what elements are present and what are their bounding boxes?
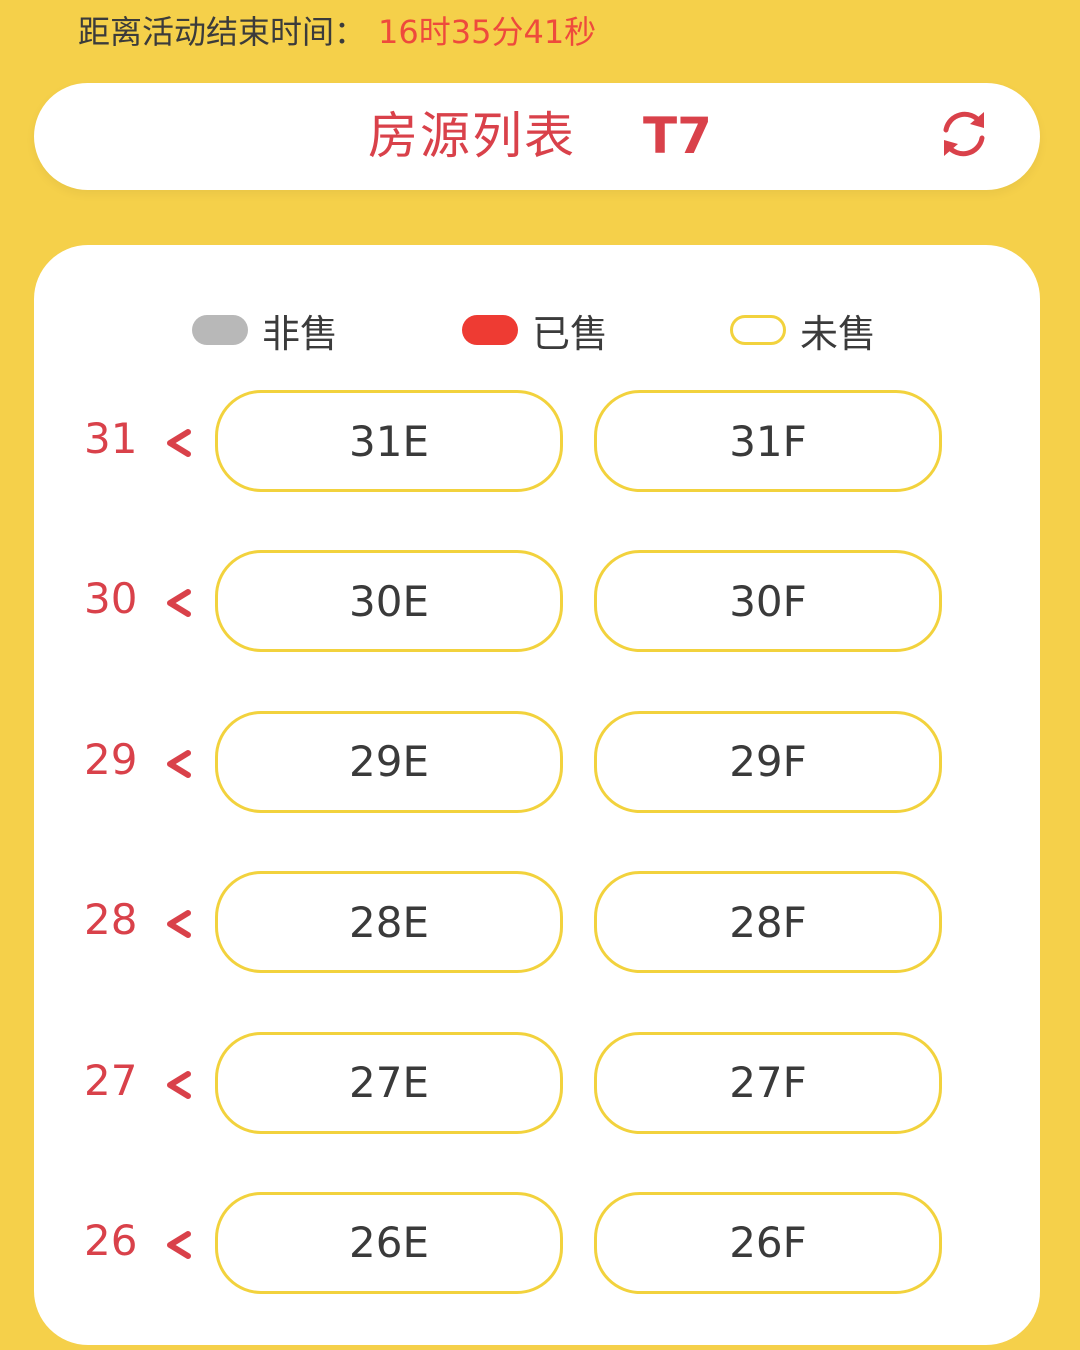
floor-row: 27 27E 27F <box>0 1030 1080 1190</box>
chevron-left-icon[interactable] <box>162 747 196 781</box>
unit-button[interactable]: 26F <box>594 1191 942 1294</box>
legend-label: 非售 <box>262 311 339 356</box>
building-name: T7 <box>643 107 712 165</box>
floor-row: 31 31E 31F <box>0 388 1080 548</box>
floor-row: 28 28E 28F <box>0 869 1080 1029</box>
legend-swatch-red <box>462 315 518 345</box>
chevron-left-icon[interactable] <box>162 907 196 941</box>
countdown-time: 16时35分41秒 <box>378 13 597 51</box>
unit-button[interactable]: 29F <box>594 710 942 813</box>
unit-button[interactable]: 27F <box>594 1031 942 1134</box>
floor-number: 31 <box>84 414 138 463</box>
legend-label: 已售 <box>532 311 609 356</box>
refresh-icon <box>943 111 985 157</box>
floor-row: 26 26E 26F <box>0 1190 1080 1350</box>
page-title: 房源列表 <box>368 107 576 165</box>
unit-button[interactable]: 30E <box>215 550 563 653</box>
unit-button[interactable]: 26E <box>215 1191 563 1294</box>
countdown: 距离活动结束时间： 16时35分41秒 <box>78 6 596 54</box>
legend-swatch-outline <box>730 315 786 345</box>
floor-list: 31 31E 31F 30 30E 30F 29 29E 29F 28 28E … <box>0 388 1080 1350</box>
legend-sold: 已售 <box>462 300 608 360</box>
legend-not-for-sale: 非售 <box>192 300 338 360</box>
floor-number: 27 <box>84 1055 138 1105</box>
unit-button[interactable]: 30F <box>594 550 942 653</box>
legend-unsold: 未售 <box>730 300 876 360</box>
floor-number: 29 <box>84 734 138 784</box>
unit-button[interactable]: 28F <box>594 871 942 974</box>
floor-number: 30 <box>84 574 138 624</box>
unit-button[interactable]: 31E <box>215 390 563 492</box>
unit-button[interactable]: 31F <box>594 390 942 492</box>
chevron-left-icon[interactable] <box>162 1068 196 1102</box>
unit-button[interactable]: 28E <box>215 871 563 974</box>
floor-number: 28 <box>84 895 138 945</box>
legend-label: 未售 <box>800 311 877 356</box>
header-bar: 房源列表 T7 <box>34 83 1040 190</box>
chevron-left-icon[interactable] <box>162 586 196 620</box>
floor-row: 30 30E 30F <box>0 548 1080 708</box>
chevron-left-icon[interactable] <box>162 1228 196 1262</box>
floor-row: 29 29E 29F <box>0 709 1080 869</box>
unit-button[interactable]: 29E <box>215 710 563 813</box>
countdown-label: 距离活动结束时间： <box>78 13 367 51</box>
unit-button[interactable]: 27E <box>215 1031 563 1134</box>
chevron-left-icon[interactable] <box>162 426 196 460</box>
floor-number: 26 <box>84 1215 138 1265</box>
refresh-button[interactable] <box>934 104 994 164</box>
legend-swatch-gray <box>192 315 248 345</box>
